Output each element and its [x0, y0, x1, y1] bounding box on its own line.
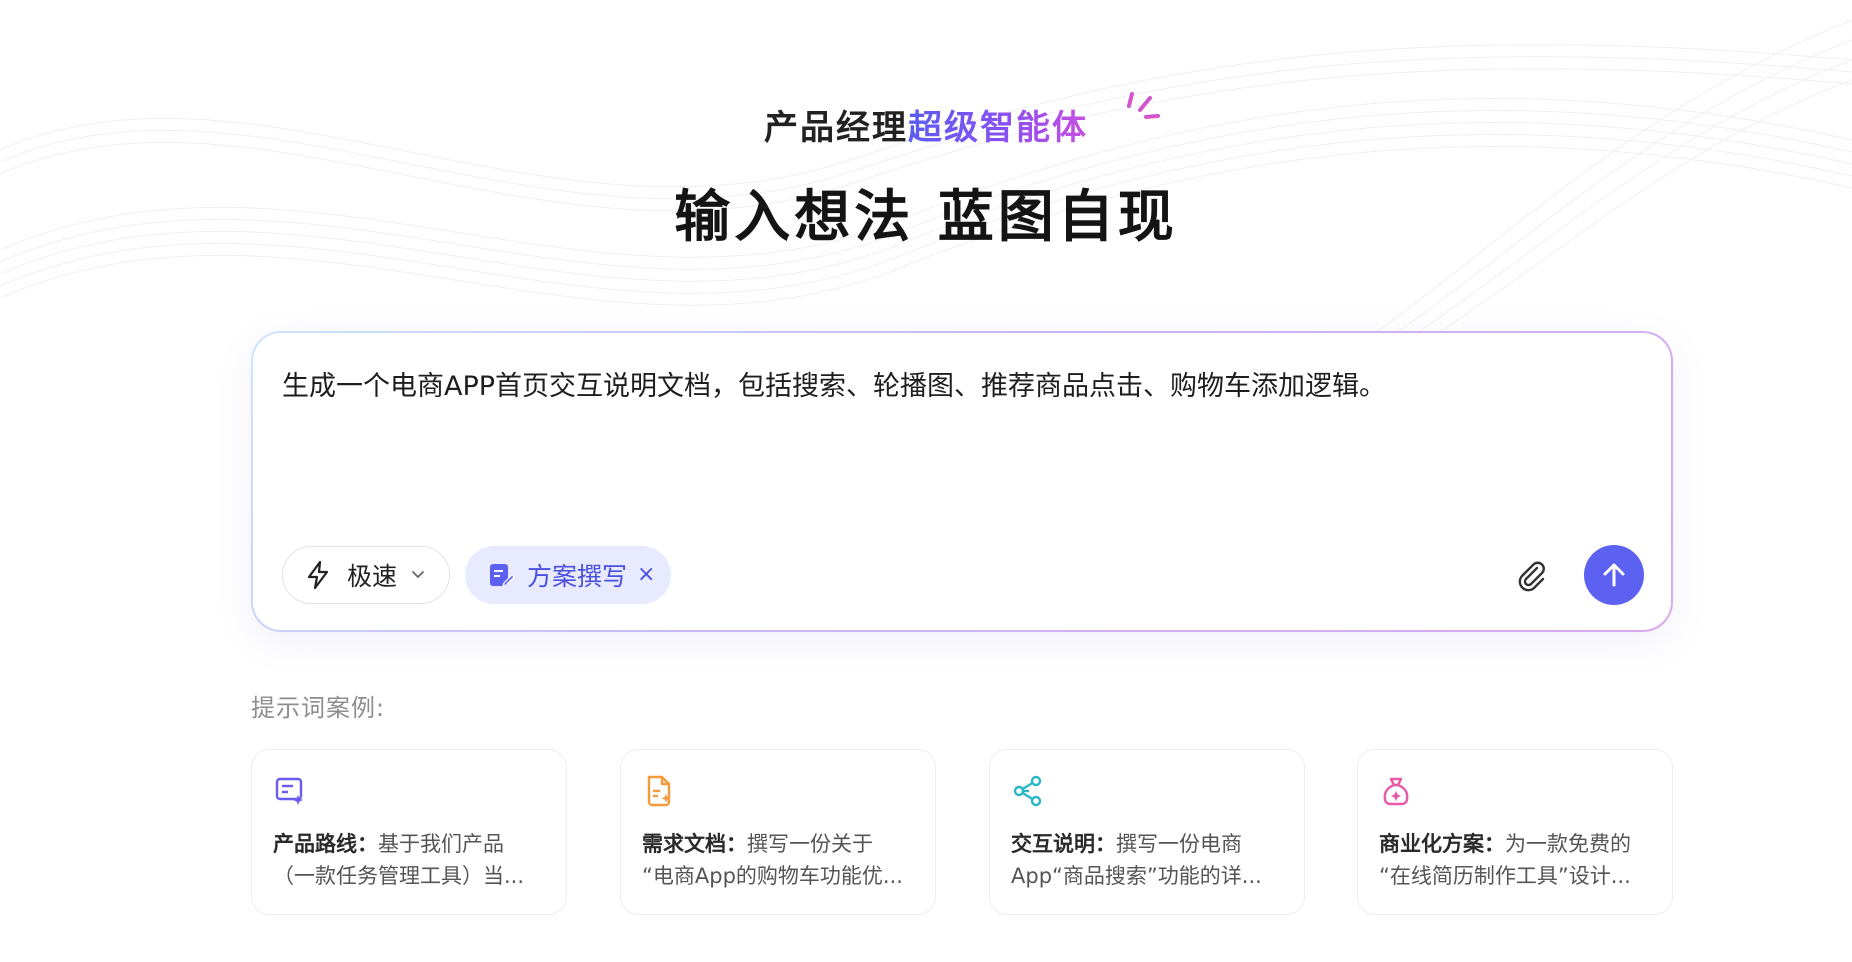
chevron-down-icon — [412, 571, 424, 579]
example-card-monetization-plan[interactable]: 商业化方案：为一款免费的 “在线简历制作工具”设计... — [1357, 749, 1673, 915]
prompt-composer: 生成一个电商APP首页交互说明文档，包括搜索、轮播图、推荐商品点击、购物车添加逻… — [251, 331, 1673, 632]
example-card-line1: 撰写一份电商 — [1116, 832, 1242, 856]
example-card-text: 商业化方案：为一款免费的 “在线简历制作工具”设计... — [1379, 828, 1652, 892]
hero-subtitle: 产品经理超级智能体 — [0, 100, 1852, 149]
lightning-icon — [307, 560, 329, 590]
scheme-writing-tag: 方案撰写 × — [465, 546, 671, 604]
example-card-line1: 为一款免费的 — [1505, 832, 1631, 856]
prompt-input[interactable]: 生成一个电商APP首页交互说明文档，包括搜索、轮播图、推荐商品点击、购物车添加逻… — [282, 367, 1642, 407]
example-card-line2: （一款任务管理工具）当... — [273, 864, 525, 888]
example-card-line2: “电商App的购物车功能优... — [642, 864, 903, 888]
examples-heading: 提示词案例: — [251, 694, 386, 722]
example-card-line1: 基于我们产品 — [378, 832, 504, 856]
paperclip-icon[interactable] — [1515, 559, 1549, 593]
arrow-up-icon — [1603, 563, 1625, 587]
example-card-interaction-spec[interactable]: 交互说明：撰写一份电商 App“商品搜索”功能的详... — [989, 749, 1305, 915]
example-card-title: 商业化方案： — [1379, 832, 1505, 856]
example-card-title: 交互说明： — [1011, 832, 1116, 856]
share-nodes-icon — [1013, 775, 1042, 807]
hero-title: 输入想法 蓝图自现 — [674, 185, 1178, 250]
example-card-line2: “在线简历制作工具”设计... — [1379, 864, 1631, 888]
document-icon — [647, 775, 671, 807]
speed-mode-label: 极速 — [347, 562, 398, 591]
example-card-line2: App“商品搜索”功能的详... — [1011, 864, 1262, 888]
page: 产品经理超级智能体 输入想法 蓝图自现 生成一个电商APP首页交互说明文档，包括… — [0, 0, 1852, 962]
prompt-composer-body: 生成一个电商APP首页交互说明文档，包括搜索、轮播图、推荐商品点击、购物车添加逻… — [253, 333, 1671, 630]
hero-subtitle-plain: 产品经理 — [764, 108, 908, 148]
example-card-line1: 撰写一份关于 — [747, 832, 873, 856]
money-bag-icon — [1383, 777, 1409, 806]
roadmap-icon — [275, 777, 303, 805]
example-card-text: 交互说明：撰写一份电商 App“商品搜索”功能的详... — [1011, 828, 1284, 892]
edit-document-icon — [490, 564, 515, 587]
scheme-writing-label: 方案撰写 — [527, 562, 628, 591]
speed-mode-dropdown[interactable]: 极速 — [282, 546, 450, 604]
example-card-title: 需求文档： — [642, 832, 747, 856]
example-card-text: 需求文档：撰写一份关于 “电商App的购物车功能优... — [642, 828, 915, 892]
example-card-text: 产品路线：基于我们产品 （一款任务管理工具）当... — [273, 828, 546, 892]
hero-subtitle-accent: 超级智能体 — [908, 108, 1088, 148]
example-card-product-roadmap[interactable]: 产品路线：基于我们产品 （一款任务管理工具）当... — [251, 749, 567, 915]
remove-tag-button[interactable]: × — [637, 564, 655, 586]
example-card-title: 产品路线： — [273, 832, 378, 856]
sparkle-icon — [1127, 92, 1160, 119]
example-card-requirements-doc[interactable]: 需求文档：撰写一份关于 “电商App的购物车功能优... — [620, 749, 936, 915]
send-button[interactable] — [1584, 545, 1644, 605]
